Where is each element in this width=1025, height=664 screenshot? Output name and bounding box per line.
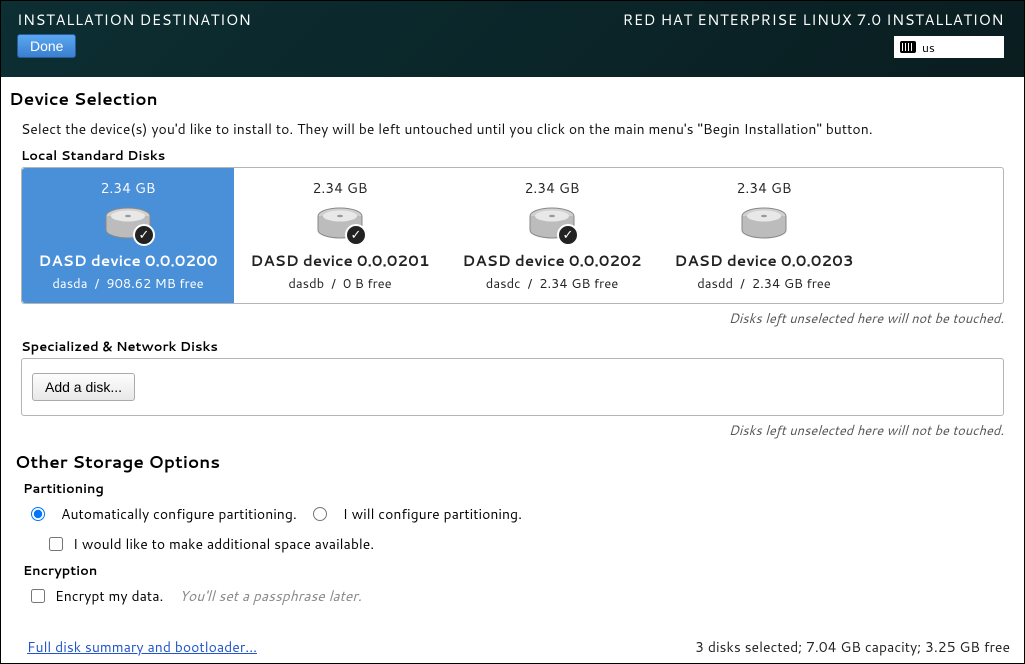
specialized-disks-label: Specialized & Network Disks	[21, 338, 1016, 356]
auto-partition-label: Automatically configure partitioning.	[61, 504, 297, 524]
disk-size: 2.34 GB	[28, 178, 228, 198]
disk-info: dasda / 908.62 MB free	[28, 275, 228, 293]
manual-partition-radio[interactable]	[313, 507, 327, 521]
disk-info: dasdb / 0 B free	[240, 275, 440, 293]
header-right: RED HAT ENTERPRISE LINUX 7.0 INSTALLATIO…	[623, 9, 1004, 69]
disk-icon-wrap: ✓	[103, 204, 153, 244]
keyboard-layout-label: us	[922, 39, 935, 56]
keyboard-layout-selector[interactable]: us	[894, 36, 1004, 58]
disk-size: 2.34 GB	[664, 178, 864, 198]
additional-space-checkbox[interactable]	[49, 537, 63, 551]
main-content: Device Selection Select the device(s) yo…	[1, 77, 1024, 635]
keyboard-icon	[900, 41, 916, 53]
disk-item[interactable]: 2.34 GB ✓ DASD device 0.0.0202 dasdc / 2…	[446, 168, 658, 303]
disk-info: dasdc / 2.34 GB free	[452, 275, 652, 293]
disk-icon-wrap: ✓	[527, 204, 577, 244]
encrypt-row: Encrypt my data. You'll set a passphrase…	[31, 586, 1016, 606]
encrypt-label: Encrypt my data.	[55, 586, 163, 606]
header-bar: INSTALLATION DESTINATION Done RED HAT EN…	[1, 1, 1024, 77]
page-title: INSTALLATION DESTINATION	[17, 9, 251, 30]
additional-space-label: I would like to make additional space av…	[73, 534, 374, 554]
product-title: RED HAT ENTERPRISE LINUX 7.0 INSTALLATIO…	[623, 9, 1004, 30]
other-options-title: Other Storage Options	[15, 450, 1016, 474]
check-icon: ✓	[345, 224, 367, 246]
specialized-disks-hint: Disks left unselected here will not be t…	[9, 422, 1004, 440]
specialized-disks-frame: Add a disk...	[21, 358, 1004, 416]
manual-partition-label: I will configure partitioning.	[343, 504, 522, 524]
encrypt-checkbox[interactable]	[31, 589, 45, 603]
disk-status-text: 3 disks selected; 7.04 GB capacity; 3.25…	[695, 637, 1010, 657]
partitioning-radios: Automatically configure partitioning. I …	[31, 504, 1016, 524]
disk-icon-wrap: ✓	[315, 204, 365, 244]
check-icon: ✓	[557, 224, 579, 246]
local-disks-label: Local Standard Disks	[21, 147, 1016, 165]
encrypt-hint: You'll set a passphrase later.	[179, 586, 361, 606]
disk-icon-wrap	[739, 204, 789, 244]
disk-info: dasdd / 2.34 GB free	[664, 275, 864, 293]
disk-name: DASD device 0.0.0200	[28, 250, 228, 271]
encryption-label: Encryption	[23, 562, 1016, 580]
header-left: INSTALLATION DESTINATION Done	[17, 9, 251, 69]
local-disks-frame: 2.34 GB ✓ DASD device 0.0.0200 dasda / 9…	[21, 167, 1004, 304]
additional-space-row: I would like to make additional space av…	[49, 534, 1016, 554]
device-selection-title: Device Selection	[9, 87, 1016, 111]
auto-partition-radio[interactable]	[31, 507, 45, 521]
disk-size: 2.34 GB	[452, 178, 652, 198]
disk-name: DASD device 0.0.0203	[664, 250, 864, 271]
disk-item[interactable]: 2.34 GB ✓ DASD device 0.0.0200 dasda / 9…	[22, 168, 234, 303]
disk-item[interactable]: 2.34 GB DASD device 0.0.0203 dasdd / 2.3…	[658, 168, 870, 303]
local-disks-hint: Disks left unselected here will not be t…	[9, 310, 1004, 328]
disk-name: DASD device 0.0.0201	[240, 250, 440, 271]
partitioning-label: Partitioning	[23, 480, 1016, 498]
disk-size: 2.34 GB	[240, 178, 440, 198]
disk-item[interactable]: 2.34 GB ✓ DASD device 0.0.0201 dasdb / 0…	[234, 168, 446, 303]
done-button[interactable]: Done	[17, 34, 76, 58]
disk-drive-icon	[739, 204, 789, 244]
add-disk-button[interactable]: Add a disk...	[32, 373, 135, 401]
device-selection-intro: Select the device(s) you'd like to insta…	[21, 119, 1016, 139]
disk-name: DASD device 0.0.0202	[452, 250, 652, 271]
check-icon: ✓	[133, 224, 155, 246]
full-disk-summary-link[interactable]: Full disk summary and bootloader...	[27, 637, 257, 657]
footer-bar: Full disk summary and bootloader... 3 di…	[1, 637, 1024, 657]
